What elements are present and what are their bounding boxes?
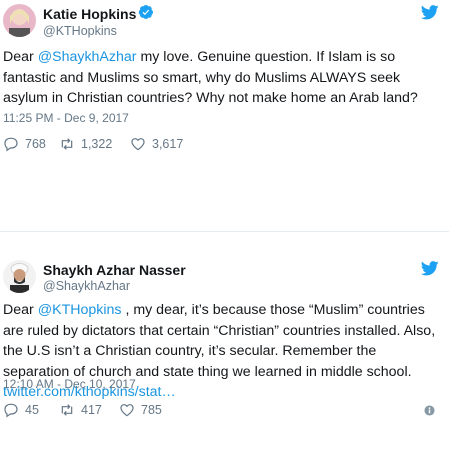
twitter-bird-icon[interactable] xyxy=(421,261,439,276)
retweet-button[interactable]: 417 xyxy=(59,402,102,418)
tweet-shaykh-azhar: Shaykh Azhar Nasser @ShaykhAzhar Dear @K… xyxy=(0,246,449,458)
reply-button[interactable]: 768 xyxy=(3,136,46,152)
reply-count: 45 xyxy=(25,403,39,417)
like-button[interactable]: 785 xyxy=(119,402,162,418)
retweet-icon xyxy=(61,404,73,416)
avatar[interactable] xyxy=(3,4,36,37)
separator-space xyxy=(0,212,449,246)
tweet-katie-hopkins: Katie Hopkins @KTHopkins Dear @ShaykhAzh… xyxy=(0,0,449,212)
retweet-button[interactable]: 1,322 xyxy=(59,136,112,152)
reply-button[interactable]: 45 xyxy=(3,402,39,418)
like-icon xyxy=(131,138,145,151)
reply-icon xyxy=(4,137,18,152)
info-icon[interactable] xyxy=(424,405,435,416)
like-count: 3,617 xyxy=(152,137,184,151)
like-button[interactable]: 3,617 xyxy=(130,136,183,152)
reply-icon xyxy=(4,403,18,418)
verified-icon xyxy=(138,5,153,19)
reply-count: 768 xyxy=(25,137,46,151)
like-count: 785 xyxy=(141,403,162,417)
mention-link[interactable]: @ShaykhAzhar xyxy=(38,49,137,65)
mention-link[interactable]: @KTHopkins xyxy=(38,302,122,318)
avatar[interactable] xyxy=(3,260,36,293)
retweet-icon xyxy=(61,138,73,150)
author-name[interactable]: Shaykh Azhar Nasser xyxy=(43,262,186,278)
divider xyxy=(0,231,449,232)
retweet-count: 1,322 xyxy=(81,137,113,151)
timestamp[interactable]: 12:10 AM - Dec 10, 2017 xyxy=(3,377,136,391)
author-handle[interactable]: @ShaykhAzhar xyxy=(43,279,130,293)
tweet-text: Dear @ShaykhAzhar my love. Genuine quest… xyxy=(3,49,418,106)
like-icon xyxy=(120,404,134,417)
retweet-count: 417 xyxy=(81,403,102,417)
timestamp[interactable]: 11:25 PM - Dec 9, 2017 xyxy=(3,111,129,125)
twitter-bird-icon[interactable] xyxy=(421,5,439,20)
author-name[interactable]: Katie Hopkins xyxy=(43,6,136,22)
author-handle[interactable]: @KTHopkins xyxy=(43,24,117,38)
